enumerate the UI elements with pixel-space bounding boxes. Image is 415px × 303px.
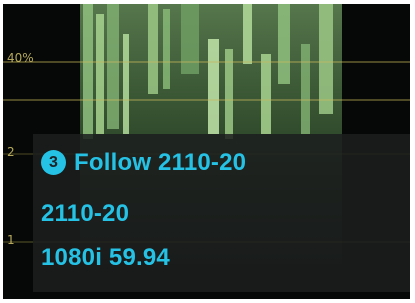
scale-label-mid: 2 — [7, 145, 15, 159]
source-info-overlay: 3 Follow 2110-20 2110-20 1080i 59.94 — [33, 134, 410, 292]
waveform-monitor: 40% 2 1 3 Follow 2110-20 2110-20 1080i 59… — [3, 4, 410, 299]
source-resolution: 1080i 59.94 — [41, 244, 170, 271]
source-title-row: 3 Follow 2110-20 — [41, 149, 246, 177]
source-number-badge: 3 — [41, 150, 66, 175]
scale-label-low: 1 — [7, 233, 15, 247]
scale-label-40: 40% — [7, 51, 34, 65]
source-title: Follow 2110-20 — [74, 149, 247, 176]
source-format: 2110-20 — [41, 200, 130, 227]
